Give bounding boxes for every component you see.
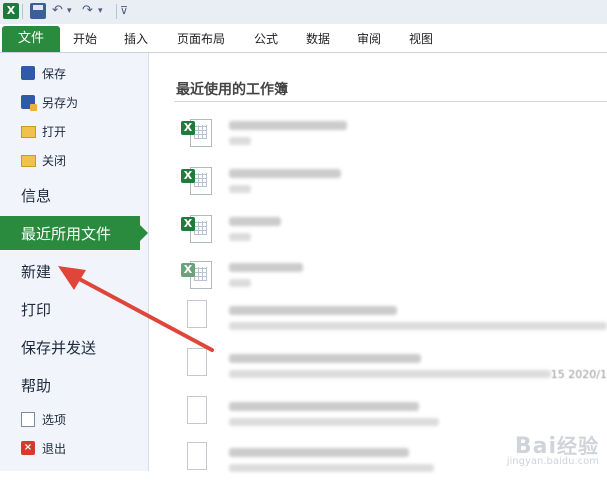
file-icon: [187, 442, 207, 470]
file-icon: [187, 300, 207, 328]
watermark-url: jingyan.baidu.com: [506, 456, 599, 467]
nav-close-label: 关闭: [42, 154, 67, 168]
nav-save-and-send-label: 保存并发送: [21, 339, 97, 357]
recent-file-name: [229, 263, 303, 272]
recent-file-path: [229, 185, 251, 193]
save-as-icon: [21, 95, 37, 111]
recent-file-path: [229, 418, 439, 426]
recent-file-date: 15 2020/1: [550, 368, 607, 381]
nav-exit[interactable]: × 退出: [0, 437, 148, 459]
ribbon-tabs: 文件 开始 插入 页面布局 公式 数据 审阅 视图: [0, 24, 607, 53]
recent-file-item[interactable]: 15 2020/1: [174, 344, 607, 392]
nav-print-label: 打印: [21, 301, 52, 319]
recent-file-item[interactable]: X: [174, 159, 607, 207]
folder-open-icon: [21, 126, 36, 138]
nav-print[interactable]: 打印: [0, 292, 148, 326]
tab-insert[interactable]: 插入: [124, 30, 148, 47]
tab-view[interactable]: 视图: [409, 30, 433, 47]
recent-file-name: [229, 306, 397, 315]
tab-review[interactable]: 审阅: [357, 30, 381, 47]
nav-options-label: 选项: [42, 413, 67, 427]
file-icon: [187, 396, 207, 424]
redo-icon[interactable]: ↷: [82, 3, 93, 19]
recent-file-path: [229, 370, 551, 378]
divider: [174, 101, 607, 102]
toolbar-separator: [22, 4, 23, 19]
watermark: Bai经验 jingyan.baidu.com: [507, 430, 599, 467]
nav-info-label: 信息: [21, 187, 52, 205]
nav-help[interactable]: 帮助: [0, 368, 148, 402]
quick-access-toolbar: X ↶ ▾ ↷ ▾ ⊽: [0, 0, 607, 25]
recent-file-name: [229, 121, 347, 130]
undo-dropdown-icon[interactable]: ▾: [67, 3, 72, 19]
nav-recent[interactable]: 最近所用文件: [0, 216, 148, 250]
recent-file-name: [229, 402, 419, 411]
folder-close-icon: [21, 155, 36, 167]
nav-info[interactable]: 信息: [0, 178, 148, 212]
tab-formulas[interactable]: 公式: [254, 30, 278, 47]
recent-file-name: [229, 354, 421, 363]
nav-exit-label: 退出: [42, 442, 67, 456]
recent-file-name: [229, 448, 409, 457]
excel-file-icon: X: [181, 213, 212, 243]
redo-dropdown-icon[interactable]: ▾: [98, 3, 103, 19]
customize-toolbar-icon[interactable]: ⊽: [120, 3, 128, 19]
recent-file-item[interactable]: X: [174, 207, 607, 255]
nav-close[interactable]: 关闭: [0, 149, 148, 171]
excel-file-icon: X: [181, 259, 212, 289]
toolbar-separator: [116, 4, 117, 19]
nav-save-label: 保存: [42, 67, 67, 81]
nav-options[interactable]: 选项: [0, 408, 148, 430]
tab-home[interactable]: 开始: [73, 30, 97, 47]
file-icon: [187, 348, 207, 376]
recent-file-name: [229, 169, 341, 178]
nav-save-as-label: 另存为: [42, 96, 79, 110]
nav-new[interactable]: 新建: [0, 254, 148, 288]
excel-app-icon[interactable]: X: [3, 3, 19, 19]
recent-file-path: [229, 233, 251, 241]
nav-help-label: 帮助: [21, 377, 52, 395]
nav-save-and-send[interactable]: 保存并发送: [0, 330, 148, 364]
recent-file-item[interactable]: [174, 296, 607, 344]
save-icon[interactable]: [30, 3, 46, 19]
excel-file-icon: X: [181, 117, 212, 147]
nav-save-as[interactable]: 另存为: [0, 91, 148, 113]
recent-file-item[interactable]: X: [174, 253, 607, 301]
page-title: 最近使用的工作簿: [176, 82, 288, 98]
options-icon: [21, 412, 35, 427]
exit-icon: ×: [21, 441, 35, 455]
recent-file-path: [229, 137, 251, 145]
undo-icon[interactable]: ↶: [52, 3, 63, 19]
nav-open[interactable]: 打开: [0, 120, 148, 142]
tab-data[interactable]: 数据: [306, 30, 330, 47]
nav-save[interactable]: 保存: [0, 62, 148, 84]
recent-file-item[interactable]: X: [174, 111, 607, 159]
nav-recent-label: 最近所用文件: [21, 225, 112, 243]
recent-file-path: [229, 279, 251, 287]
nav-new-label: 新建: [21, 263, 52, 281]
recent-file-name: [229, 217, 281, 226]
watermark-logo: Bai经验: [514, 434, 599, 459]
recent-workbooks-panel: 最近使用的工作簿 X X X X 15 2020/1: [149, 53, 607, 472]
save-icon: [21, 66, 35, 80]
excel-file-icon: X: [181, 165, 212, 195]
recent-file-path: [229, 322, 607, 330]
tab-page-layout[interactable]: 页面布局: [177, 30, 225, 47]
nav-open-label: 打开: [42, 125, 67, 139]
tab-file[interactable]: 文件: [2, 26, 60, 52]
backstage-nav: 保存 另存为 打开 关闭 信息 最近所用文件 新建 打印 保存并发送 帮助 选项…: [0, 53, 149, 471]
